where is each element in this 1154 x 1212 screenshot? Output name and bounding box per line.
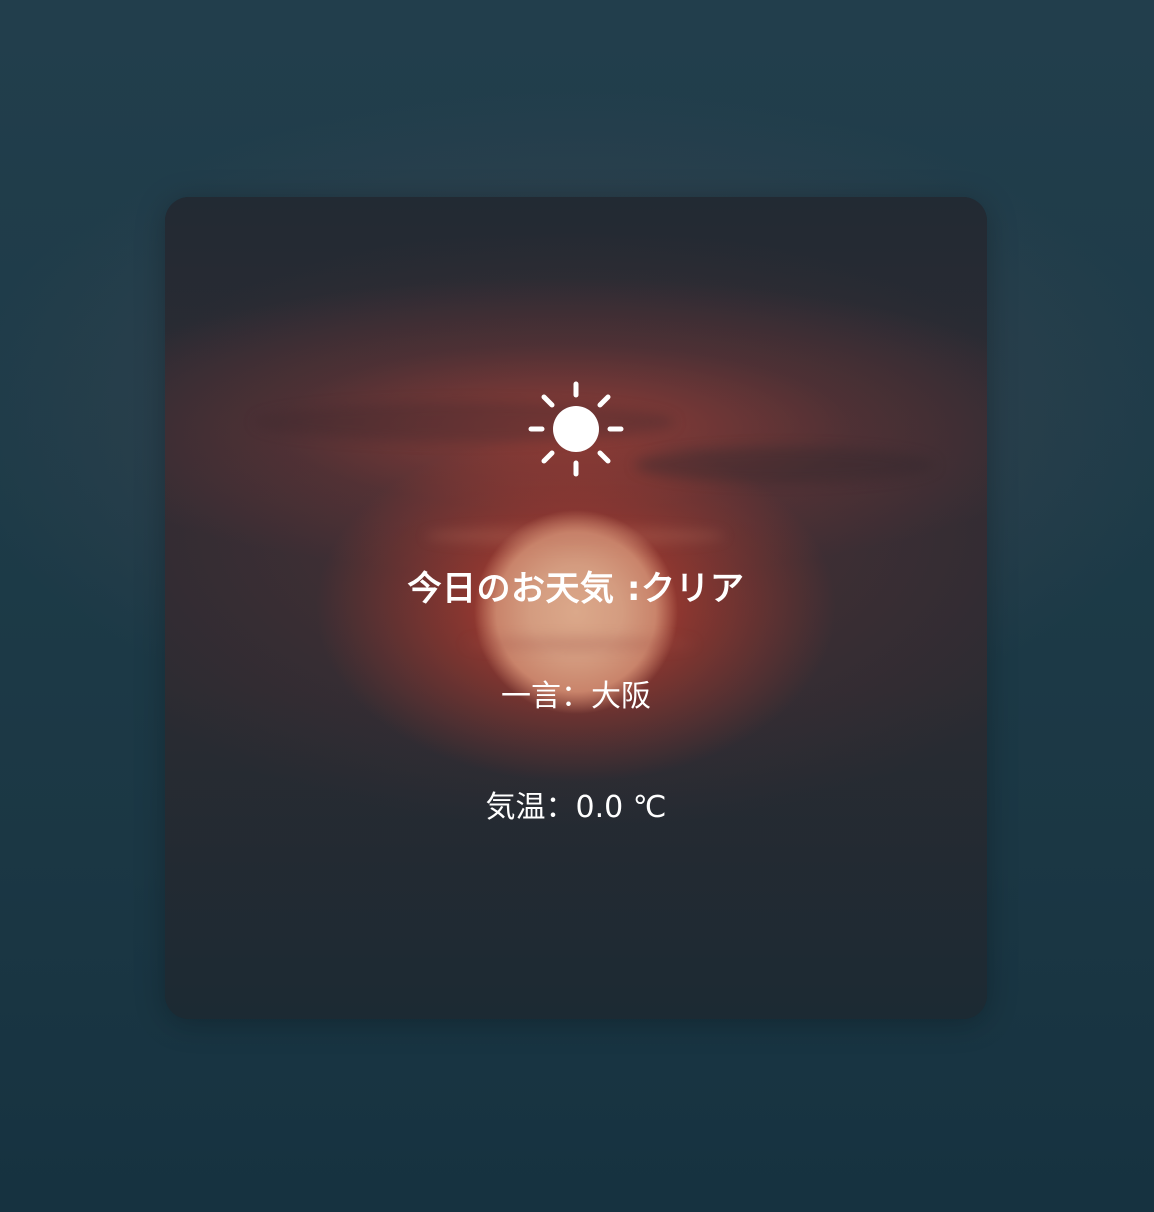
sun-icon (528, 381, 624, 477)
weather-card: 今日のお天気 :クリア 一言：大阪 気温：0.0 ℃ (165, 197, 987, 1019)
temperature-reading: 気温：0.0 ℃ (485, 790, 667, 825)
weather-comment: 一言：大阪 (501, 679, 651, 714)
weather-title: 今日のお天気 :クリア (407, 569, 745, 609)
weather-content: 今日のお天気 :クリア 一言：大阪 気温：0.0 ℃ (165, 197, 987, 1019)
